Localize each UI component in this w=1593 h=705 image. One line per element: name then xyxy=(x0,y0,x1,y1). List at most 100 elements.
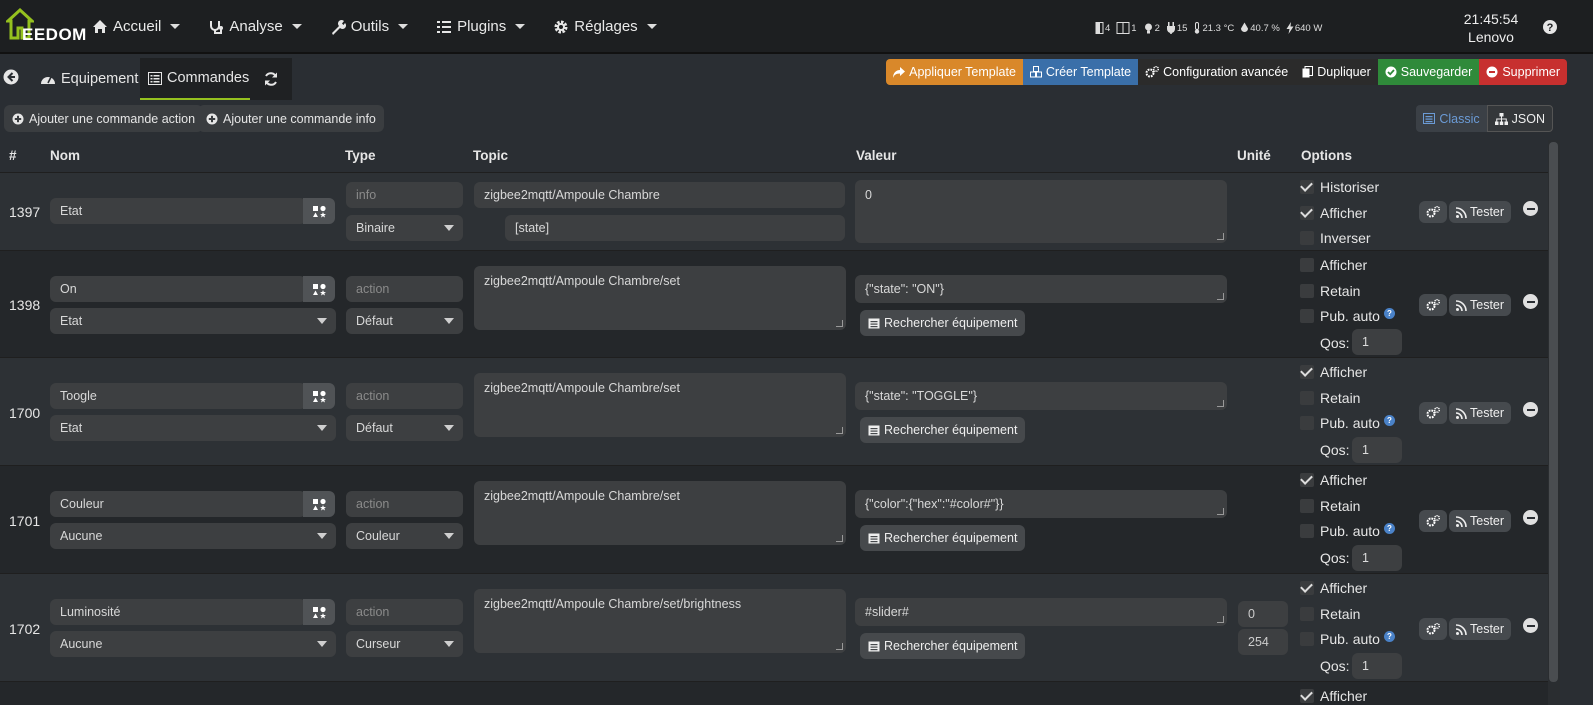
command-name-input[interactable]: Toogle xyxy=(50,383,306,409)
option-historiser[interactable]: Historiser xyxy=(1300,179,1379,195)
checkbox[interactable] xyxy=(1300,581,1314,595)
resize-handle[interactable] xyxy=(836,643,843,650)
search-equipment-button[interactable]: Rechercher équipement xyxy=(860,310,1026,336)
search-equipment-button[interactable]: Rechercher équipement xyxy=(860,633,1026,659)
icon-select-button[interactable] xyxy=(303,276,335,302)
value-textarea[interactable]: #slider# xyxy=(855,598,1227,626)
option-pub-auto[interactable]: Pub. auto? xyxy=(1300,522,1395,539)
menu-accueil[interactable]: Accueil xyxy=(92,18,181,35)
option-pub-auto[interactable]: Pub. auto? xyxy=(1300,630,1395,647)
option-afficher[interactable]: Afficher xyxy=(1300,688,1367,704)
icon-select-button[interactable] xyxy=(303,383,335,409)
command-name-input[interactable]: On xyxy=(50,276,306,302)
menu-outils[interactable]: Outils xyxy=(330,18,409,35)
topic-input[interactable]: zigbee2mqtt/Ampoule Chambre xyxy=(474,182,845,208)
command-subtype-select[interactable]: Défaut xyxy=(346,415,463,441)
power-status[interactable]: 640 W xyxy=(1286,22,1322,34)
command-name-input[interactable]: Etat xyxy=(50,198,306,224)
resize-handle[interactable] xyxy=(1217,293,1224,300)
checkbox[interactable] xyxy=(1300,391,1314,405)
icon-select-button[interactable] xyxy=(303,599,335,625)
question-circle-icon[interactable]: ? xyxy=(1542,19,1558,35)
remove-command-button[interactable] xyxy=(1523,402,1538,417)
resize-handle[interactable] xyxy=(1217,508,1224,515)
command-subtype-select[interactable]: Curseur xyxy=(346,631,463,657)
value-textarea[interactable]: 0 xyxy=(855,180,1227,243)
checkbox[interactable] xyxy=(1300,499,1314,513)
checkbox[interactable] xyxy=(1300,607,1314,621)
test-command-button[interactable]: Tester xyxy=(1449,201,1512,223)
remove-command-button[interactable] xyxy=(1523,618,1538,633)
configure-command-button[interactable] xyxy=(1419,618,1447,640)
search-equipment-button[interactable]: Rechercher équipement xyxy=(860,417,1026,443)
icon-select-button[interactable] xyxy=(303,198,335,224)
save-button[interactable]: Sauvegarder xyxy=(1377,59,1480,85)
option-pub-auto[interactable]: Pub. auto? xyxy=(1300,414,1395,431)
tab-equipement[interactable]: Equipement xyxy=(32,58,146,100)
menu-plugins[interactable]: Plugins xyxy=(436,18,526,35)
question-circle-icon[interactable]: ? xyxy=(1383,630,1395,642)
command-subtype-select[interactable]: Binaire xyxy=(346,215,463,241)
qos-input[interactable]: 1 xyxy=(1352,329,1402,355)
option-pub-auto[interactable]: Pub. auto? xyxy=(1300,307,1395,324)
value-textarea[interactable]: {"state": "TOGGLE"} xyxy=(855,382,1227,410)
checkbox[interactable] xyxy=(1300,231,1314,245)
command-name-input[interactable]: Luminosité xyxy=(50,599,306,625)
resize-handle[interactable] xyxy=(836,535,843,542)
configure-command-button[interactable] xyxy=(1419,201,1447,223)
checkbox[interactable] xyxy=(1300,206,1314,220)
checkbox[interactable] xyxy=(1300,309,1314,323)
command-name-input[interactable]: Couleur xyxy=(50,491,306,517)
checkbox[interactable] xyxy=(1300,416,1314,430)
advanced-config-button[interactable]: Configuration avancée xyxy=(1138,59,1296,85)
json-view-button[interactable]: JSON xyxy=(1486,105,1553,132)
resize-handle[interactable] xyxy=(1217,400,1224,407)
checkbox[interactable] xyxy=(1300,365,1314,379)
test-command-button[interactable]: Tester xyxy=(1449,618,1512,640)
command-subtype-select[interactable]: Défaut xyxy=(346,308,463,334)
back-arrow-icon[interactable] xyxy=(3,69,19,85)
option-inverser[interactable]: Inverser xyxy=(1300,230,1371,246)
resize-handle[interactable] xyxy=(836,320,843,327)
test-command-button[interactable]: Tester xyxy=(1449,294,1512,316)
temperature-status[interactable]: 21.3 °C xyxy=(1193,22,1234,34)
option-retain[interactable]: Retain xyxy=(1300,498,1360,514)
window-status[interactable]: 1 xyxy=(1116,22,1137,34)
qos-input[interactable]: 1 xyxy=(1352,437,1402,463)
configure-command-button[interactable] xyxy=(1419,294,1447,316)
add-info-command-button[interactable]: Ajouter une commande info xyxy=(198,105,384,132)
jeedom-logo[interactable]: EEDOM xyxy=(4,8,86,46)
option-afficher[interactable]: Afficher xyxy=(1300,205,1367,221)
resize-handle[interactable] xyxy=(836,427,843,434)
test-command-button[interactable]: Tester xyxy=(1449,510,1512,532)
menu-reglages[interactable]: Réglages xyxy=(553,18,657,35)
remove-command-button[interactable] xyxy=(1523,510,1538,525)
topic-textarea[interactable]: zigbee2mqtt/Ampoule Chambre/set xyxy=(474,481,846,545)
value-textarea[interactable]: {"color":{"hex":"#color#"}} xyxy=(855,490,1227,518)
option-afficher[interactable]: Afficher xyxy=(1300,580,1367,596)
option-retain[interactable]: Retain xyxy=(1300,283,1360,299)
topic-textarea[interactable]: zigbee2mqtt/Ampoule Chambre/set xyxy=(474,373,846,437)
checkbox[interactable] xyxy=(1300,524,1314,538)
resize-handle[interactable] xyxy=(1217,233,1224,240)
plug-status[interactable]: 15 xyxy=(1166,22,1187,34)
delete-button[interactable]: Supprimer xyxy=(1479,59,1567,85)
min-value-input[interactable]: 0 xyxy=(1238,601,1288,627)
question-circle-icon[interactable]: ? xyxy=(1383,414,1395,426)
test-command-button[interactable]: Tester xyxy=(1449,402,1512,424)
search-equipment-button[interactable]: Rechercher équipement xyxy=(860,525,1026,551)
apply-template-button[interactable]: Appliquer Template xyxy=(886,59,1023,85)
checkbox[interactable] xyxy=(1300,284,1314,298)
qos-input[interactable]: 1 xyxy=(1352,653,1402,679)
checkbox[interactable] xyxy=(1300,632,1314,646)
option-afficher[interactable]: Afficher xyxy=(1300,472,1367,488)
option-afficher[interactable]: Afficher xyxy=(1300,257,1367,273)
classic-view-button[interactable]: Classic xyxy=(1416,105,1487,132)
option-retain[interactable]: Retain xyxy=(1300,390,1360,406)
linked-info-select[interactable]: Aucune xyxy=(50,631,336,657)
duplicate-button[interactable]: Dupliquer xyxy=(1295,59,1378,85)
linked-info-select[interactable]: Aucune xyxy=(50,523,336,549)
value-textarea[interactable]: {"state": "ON"} xyxy=(855,275,1227,303)
icon-select-button[interactable] xyxy=(303,491,335,517)
qos-input[interactable]: 1 xyxy=(1352,545,1402,571)
